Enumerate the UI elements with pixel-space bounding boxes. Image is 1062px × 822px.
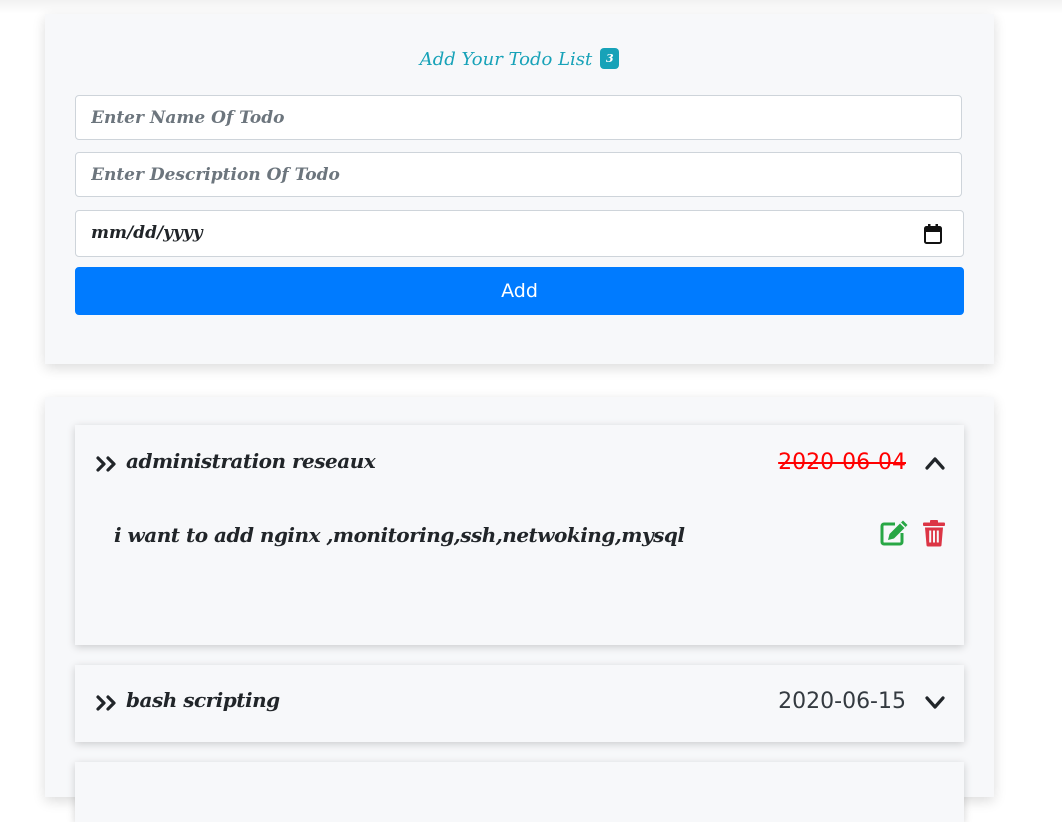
add-button[interactable]: Add (75, 267, 964, 315)
todo-name-input[interactable] (75, 95, 962, 140)
chevron-up-icon[interactable] (924, 455, 946, 471)
todo-description-input[interactable] (75, 152, 962, 197)
double-chevron-right-icon (96, 695, 116, 711)
date-placeholder: mm/dd/yyyy (91, 223, 203, 243)
trash-icon[interactable] (922, 519, 946, 547)
todo-description: i want to add nginx ,monitoring,ssh,netw… (114, 523, 685, 547)
add-todo-card: Add Your Todo List 3 mm/dd/yyyy Add (45, 14, 994, 364)
edit-icon[interactable] (879, 519, 909, 547)
todo-header[interactable]: bash scripting 2020-06-15 (75, 665, 964, 742)
todo-header[interactable]: administration reseaux 2020-06-04 (75, 425, 964, 503)
todo-item (75, 762, 964, 822)
todo-date-input[interactable]: mm/dd/yyyy (75, 210, 964, 257)
todo-name: administration reseaux (126, 449, 376, 473)
form-title: Add Your Todo List 3 (45, 47, 994, 72)
todo-item: bash scripting 2020-06-15 (75, 665, 964, 742)
todo-date: 2020-06-04 (778, 450, 906, 475)
form-title-text: Add Your Todo List (419, 49, 593, 70)
todo-count-badge: 3 (600, 47, 620, 69)
chevron-down-icon[interactable] (924, 695, 946, 711)
calendar-icon[interactable] (923, 223, 943, 245)
double-chevron-right-icon (96, 456, 116, 472)
todo-name: bash scripting (126, 688, 280, 712)
todo-list-card: administration reseaux 2020-06-04 i want… (45, 397, 994, 822)
todo-item: administration reseaux 2020-06-04 i want… (75, 425, 964, 645)
top-shade (0, 0, 1062, 14)
todo-date: 2020-06-15 (778, 689, 906, 714)
